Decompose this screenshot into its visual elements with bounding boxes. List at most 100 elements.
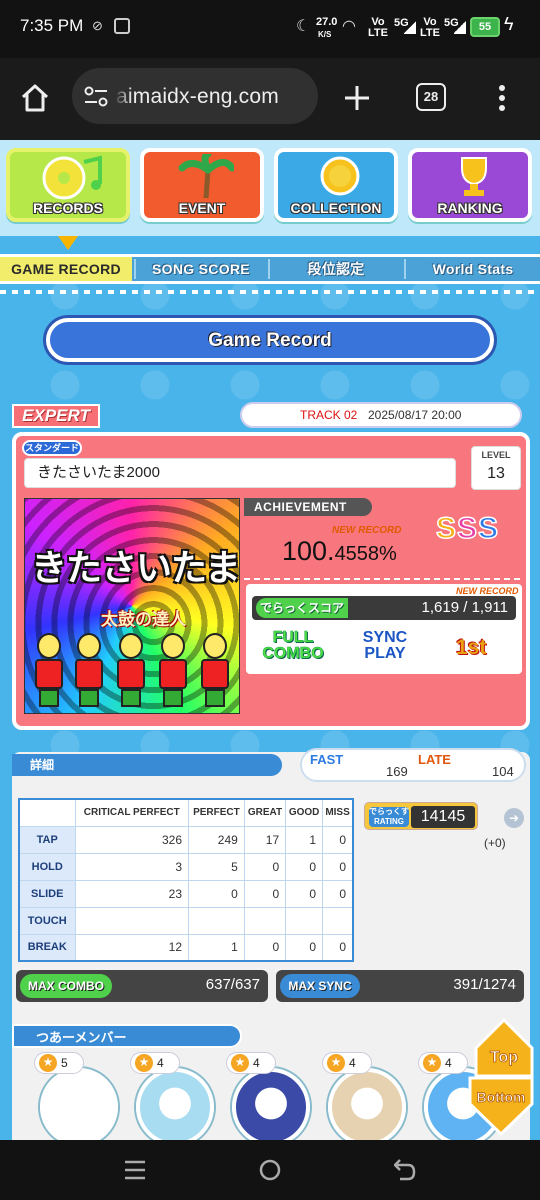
net-speed-unit: K/S [318, 30, 332, 39]
status-bar: 7:35 PM ⊘ ☾ 27.0 K/S ◠ Vo LTE 5G Vo LTE … [0, 0, 540, 58]
nav-collection-button[interactable]: COLLECTION [274, 148, 398, 222]
judgement-row-label: SLIDE [18, 879, 76, 908]
top-label: Top [490, 1049, 518, 1066]
twitch-icon [114, 18, 130, 34]
battery-level: 55 [470, 17, 500, 37]
top-navigation: RECORDS EVENT COLLECTION RANKING [0, 140, 540, 236]
rank-letter: S [456, 511, 479, 546]
jacket-character [33, 633, 65, 709]
scroll-top-button[interactable]: Top [474, 1018, 534, 1078]
nav-ranking-button[interactable]: RANKING [408, 148, 532, 222]
judgement-cell: 0 [188, 879, 245, 908]
url-fade [114, 76, 132, 116]
achievement-header: ACHIEVEMENT [244, 498, 372, 516]
rating-arrow-icon[interactable]: ➜ [504, 808, 524, 828]
fast-late-box: FAST 169 LATE 104 [300, 748, 526, 782]
col-good: GOOD [285, 798, 324, 827]
jacket-character [73, 633, 105, 709]
url-bar[interactable]: aimaidx-eng.com [72, 68, 318, 124]
full-combo-bottom: COMBO [262, 645, 324, 662]
fast-label: FAST [310, 752, 344, 767]
sync-bottom: PLAY [364, 645, 406, 662]
nav-event-button[interactable]: EVENT [140, 148, 264, 222]
col-miss: MISS [322, 798, 354, 827]
palm-tree-icon [178, 154, 234, 199]
full-combo-top: FULL [272, 629, 314, 646]
rating-label: でらっくす RATING [369, 807, 409, 827]
browser-toolbar: aimaidx-eng.com 28 [0, 58, 540, 140]
judgement-row-label: TOUCH [18, 906, 76, 935]
judgement-cell [322, 906, 354, 935]
nav-records-button[interactable]: RECORDS [6, 148, 130, 222]
play-date: 2025/08/17 20:00 [368, 408, 462, 422]
volte-1: Vo LTE [368, 16, 388, 39]
jacket-character [115, 633, 147, 709]
judgement-cell: 0 [285, 879, 324, 908]
judgement-row-label: TAP [18, 825, 76, 854]
bottom-label: Bottom [477, 1089, 526, 1105]
dashed-separator [244, 578, 524, 580]
judgement-cell [188, 906, 245, 935]
site-settings-icon[interactable] [84, 86, 108, 108]
judgement-row: HOLD 3 5 0 0 0 [18, 852, 354, 881]
judgement-cell: 0 [322, 933, 354, 962]
achievement-value: 100.4558% [282, 536, 397, 567]
subtab-game-record[interactable]: GAME RECORD [0, 257, 132, 281]
judgement-row: BREAK 12 1 0 0 0 [18, 933, 354, 962]
judgement-cell: 0 [322, 852, 354, 881]
nav-collection-label: COLLECTION [290, 200, 382, 216]
max-sync-box: MAX SYNC 391/1274 [276, 970, 524, 1002]
subtab-dan-rank[interactable]: 段位認定 [270, 257, 402, 281]
home-nav-icon[interactable] [258, 1158, 282, 1182]
judgement-table: CRITICAL PERFECT PERFECT GREAT GOOD MISS… [18, 798, 354, 962]
home-icon[interactable] [20, 84, 50, 112]
rating-box: でらっくす RATING 14145 [364, 802, 478, 830]
judgement-cell: 1 [285, 825, 324, 854]
tab-switcher-button[interactable]: 28 [416, 83, 446, 111]
judgement-row: TOUCH [18, 906, 354, 935]
level-label: LEVEL [481, 450, 511, 460]
corner-cell [18, 798, 76, 827]
judgement-cell: 249 [188, 825, 245, 854]
page-title-banner: Game Record [46, 318, 494, 362]
url-text: aimaidx-eng.com [116, 85, 279, 108]
web-page: RECORDS EVENT COLLECTION RANKING GAME RE… [0, 140, 540, 1140]
scroll-bottom-button[interactable]: Bottom [468, 1074, 534, 1136]
subtab-world-stats[interactable]: World Stats [406, 257, 540, 281]
jacket-subtitle: 太鼓の達人 [101, 610, 186, 629]
tour-member-avatar[interactable] [328, 1068, 406, 1140]
member-star-badge: ★ 4 [226, 1052, 276, 1074]
new-tab-icon[interactable] [344, 85, 370, 111]
member-star-count: 4 [349, 1056, 356, 1070]
max-sync-value: 391/1274 [453, 976, 516, 993]
moon-icon: ☾ [296, 18, 311, 35]
nav-event-label: EVENT [178, 200, 226, 216]
judgement-cell [74, 906, 190, 935]
recent-apps-icon[interactable] [124, 1160, 146, 1180]
achievement-new-record: NEW RECORD [332, 525, 402, 536]
more-menu-icon[interactable] [498, 84, 506, 112]
judgement-cell: 0 [322, 825, 354, 854]
track-number: TRACK 02 [300, 408, 358, 422]
achievement-decimal: 4558% [334, 543, 397, 565]
coin-icon [320, 156, 360, 196]
tour-member-avatar[interactable] [232, 1068, 310, 1140]
system-nav-bar [0, 1140, 540, 1200]
judgement-row-label: HOLD [18, 852, 76, 881]
tour-member-avatar[interactable] [40, 1068, 118, 1140]
judgement-cell: 0 [243, 879, 287, 908]
max-combo-box: MAX COMBO 637/637 [16, 970, 268, 1002]
tour-member-avatar[interactable] [136, 1068, 214, 1140]
subtab-song-score[interactable]: SONG SCORE [136, 257, 266, 281]
achievement-int: 100. [282, 536, 335, 566]
max-combo-value: 637/637 [205, 976, 260, 993]
star-icon: ★ [423, 1054, 441, 1072]
member-star-badge: ★ 5 [34, 1052, 84, 1074]
dashed-divider [0, 290, 540, 294]
back-nav-icon[interactable] [394, 1158, 416, 1182]
star-icon: ★ [135, 1054, 153, 1072]
col-perfect: PERFECT [188, 798, 245, 827]
song-jacket[interactable]: きたさいたま2000 太鼓の達人 [24, 498, 240, 714]
star-icon: ★ [231, 1054, 249, 1072]
active-tab-indicator [58, 236, 78, 250]
